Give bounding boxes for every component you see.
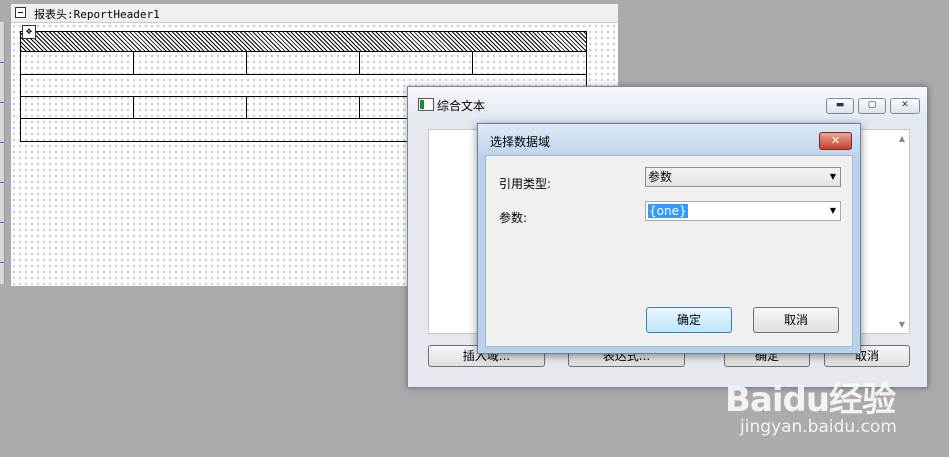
move-handle-icon[interactable]: ✥ (22, 25, 36, 39)
parameter-value: {one} (648, 204, 688, 218)
scroll-up-icon[interactable]: ▲ (899, 134, 905, 143)
table-cell[interactable] (21, 52, 134, 74)
close-icon[interactable]: ✕ (890, 98, 920, 114)
scroll-down-icon[interactable]: ▼ (899, 320, 905, 329)
collapse-icon[interactable] (15, 7, 26, 18)
table-cell[interactable] (134, 97, 247, 118)
report-header-band-bar[interactable]: 报表头:ReportHeader1 (11, 4, 618, 23)
app-icon (418, 98, 434, 111)
reference-type-label: 引用类型: (499, 177, 552, 191)
rich-text-dialog-titlebar[interactable]: 综合文本 ▬ ▢ ✕ (408, 87, 927, 123)
reference-type-value: 参数 (648, 170, 673, 184)
ok-button[interactable]: 确定 (646, 307, 732, 333)
baidu-jingyan-logo: Baidu经验 (725, 380, 896, 420)
table-cell[interactable] (134, 52, 247, 74)
vertical-ruler (0, 22, 5, 284)
watermark-url: jingyan.baidu.com (740, 417, 897, 437)
table-cell[interactable] (247, 52, 360, 74)
select-data-field-body: 引用类型: 参数 ▼ 参数: {one} ▼ 确定 取消 (485, 155, 853, 347)
chevron-down-icon: ▼ (829, 206, 836, 215)
table-cell[interactable] (247, 97, 360, 118)
rich-text-dialog-title: 综合文本 (437, 99, 486, 113)
maximize-icon[interactable]: ▢ (858, 98, 886, 114)
chevron-down-icon: ▼ (829, 172, 836, 181)
parameter-combo[interactable]: {one} ▼ (645, 201, 841, 221)
minimize-icon[interactable]: ▬ (826, 98, 854, 114)
table-cell[interactable] (21, 97, 134, 118)
select-data-field-title: 选择数据域 (490, 135, 551, 149)
parameter-label: 参数: (499, 211, 528, 225)
reference-type-select[interactable]: 参数 ▼ (645, 167, 841, 187)
band-title: 报表头:ReportHeader1 (34, 8, 160, 21)
table-selection-hatch (21, 32, 586, 52)
cancel-button[interactable]: 取消 (753, 307, 839, 333)
select-data-field-titlebar[interactable]: 选择数据域 ✕ (478, 124, 860, 155)
table-row[interactable] (21, 52, 586, 75)
close-icon[interactable]: ✕ (819, 132, 852, 150)
select-data-field-dialog: 选择数据域 ✕ 引用类型: 参数 ▼ 参数: {one} ▼ 确定 取消 (477, 123, 861, 354)
table-cell[interactable] (360, 52, 473, 74)
